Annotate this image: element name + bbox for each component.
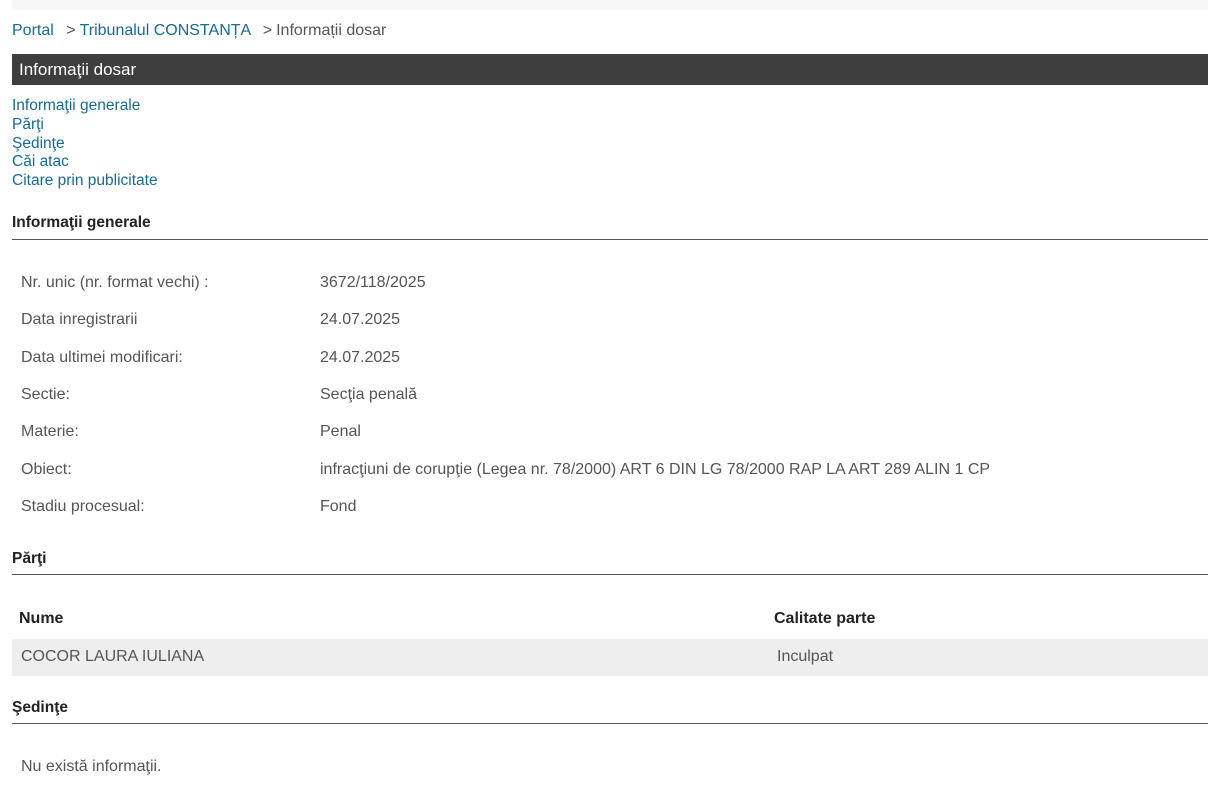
info-value: 3672/118/2025 [320,274,426,291]
info-label: Data ultimei modificari: [21,349,183,366]
nav-link-public-summons[interactable]: Citare prin publicitate [12,172,158,189]
breadcrumb-portal-link[interactable]: Portal [12,22,54,39]
section-heading-hearings: Şedinţe [12,699,1208,724]
page: Portal > Tribunalul CONSTANȚA > Informații… [0,0,1220,807]
info-value: Secţia penală [320,386,417,403]
section-heading-parties: Părţi [12,550,1208,575]
nav-item: Informaţii generale [12,97,158,116]
info-value: Penal [320,423,361,440]
info-label: Data inregistrarii [21,311,138,328]
table-row: COCOR LAURA IULIANA Inculpat [12,639,1208,676]
breadcrumb-separator: > [262,22,273,39]
column-header-name: Nume [19,610,64,627]
hearings-empty-message: Nu există informaţii. [21,758,162,775]
nav-item: Citare prin publicitate [12,172,158,191]
page-title: Informaţii dosar [12,54,1208,85]
nav-item: Căi atac [12,153,158,172]
breadcrumb-court-link[interactable]: Tribunalul CONSTANȚA [80,22,251,39]
info-label: Stadiu procesual: [21,498,145,515]
nav-link-hearings[interactable]: Şedinţe [12,135,65,152]
nav-link-parties[interactable]: Părţi [12,116,44,133]
info-label: Obiect: [21,461,72,478]
breadcrumb: Portal > Tribunalul CONSTANȚA > Informații… [12,21,386,41]
info-value: infracţiuni de corupţie (Legea nr. 78/20… [320,461,991,478]
info-label: Materie: [21,423,79,440]
column-header-role: Calitate parte [774,610,876,627]
party-role: Inculpat [777,648,834,665]
breadcrumb-separator: > [66,22,76,39]
section-heading-general-info: Informaţii generale [12,214,1208,240]
info-label: Nr. unic (nr. format vechi) : [21,274,209,291]
party-name: COCOR LAURA IULIANA [21,648,205,665]
nav-link-general-info[interactable]: Informaţii generale [12,97,140,114]
nav-item: Şedinţe [12,135,158,154]
nav-link-appeals[interactable]: Căi atac [12,153,69,170]
info-value: Fond [320,498,357,515]
info-label: Sectie: [21,386,70,403]
info-value: 24.07.2025 [320,311,401,328]
parties-table-header: Nume Calitate parte [12,606,1208,632]
nav-item: Părţi [12,116,158,135]
breadcrumb-current: Informații dosar [276,22,387,39]
top-strip [12,0,1208,10]
section-nav: Informaţii generale Părţi Şedinţe Căi at… [12,97,158,191]
info-value: 24.07.2025 [320,349,401,366]
